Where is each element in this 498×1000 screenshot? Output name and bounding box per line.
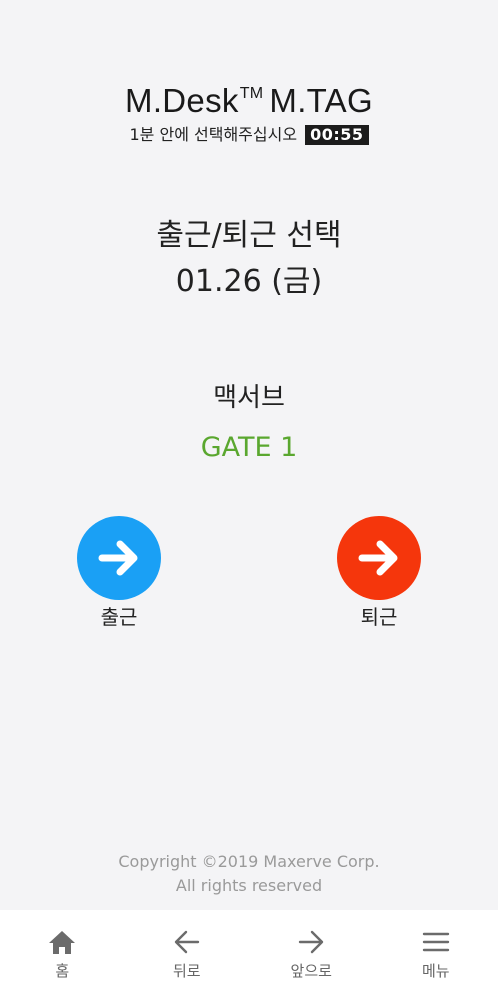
instruction-text: 1분 안에 선택해주십시오 xyxy=(129,125,298,144)
bottom-nav: 홈 뒤로 앞으로 메뉴 xyxy=(0,910,498,1000)
check-in-button[interactable]: 출근 xyxy=(76,516,162,630)
nav-forward-label: 앞으로 xyxy=(290,962,332,980)
nav-forward[interactable]: 앞으로 xyxy=(249,910,374,1000)
nav-back-label: 뒤로 xyxy=(172,962,201,980)
footer: Copyright ©2019 Maxerve Corp. All rights… xyxy=(0,850,498,898)
gate-name: GATE 1 xyxy=(200,432,298,463)
check-out-label: 퇴근 xyxy=(360,605,398,629)
timer-line: 1분 안에 선택해주십시오 00:55 xyxy=(0,125,498,145)
arrow-right-icon xyxy=(98,540,138,576)
header: M.DeskTM M.TAG 1분 안에 선택해주십시오 00:55 xyxy=(0,74,498,145)
nav-home[interactable]: 홈 xyxy=(0,910,125,1000)
copyright-text: Copyright ©2019 Maxerve Corp. xyxy=(118,852,380,871)
trademark-mark: TM xyxy=(239,85,264,102)
check-out-button[interactable]: 퇴근 xyxy=(336,516,422,630)
selection-block: 출근/퇴근 선택 01.26 (금) xyxy=(0,216,498,302)
arrow-right-icon xyxy=(296,928,326,956)
selection-date: 01.26 (금) xyxy=(175,264,323,299)
arrow-left-icon xyxy=(172,928,202,956)
nav-menu[interactable]: 메뉴 xyxy=(374,910,498,1000)
nav-home-label: 홈 xyxy=(55,962,70,980)
countdown-timer: 00:55 xyxy=(305,125,369,145)
location-name: 맥서브 xyxy=(213,383,285,413)
product-name: M.TAG xyxy=(269,82,373,119)
check-out-circle[interactable] xyxy=(337,516,421,600)
rights-text: All rights reserved xyxy=(175,876,323,895)
nav-menu-label: 메뉴 xyxy=(421,962,450,980)
home-icon xyxy=(47,928,77,956)
check-in-label: 출근 xyxy=(100,605,138,629)
location-block: 맥서브 GATE 1 xyxy=(0,380,498,466)
menu-icon xyxy=(421,928,451,956)
brand-name: M.Desk xyxy=(125,82,239,119)
selection-title: 출근/퇴근 선택 xyxy=(156,218,342,253)
nav-back[interactable]: 뒤로 xyxy=(125,910,250,1000)
app-title: M.DeskTM M.TAG xyxy=(0,74,498,121)
check-in-circle[interactable] xyxy=(77,516,161,600)
arrow-right-icon xyxy=(358,540,398,576)
